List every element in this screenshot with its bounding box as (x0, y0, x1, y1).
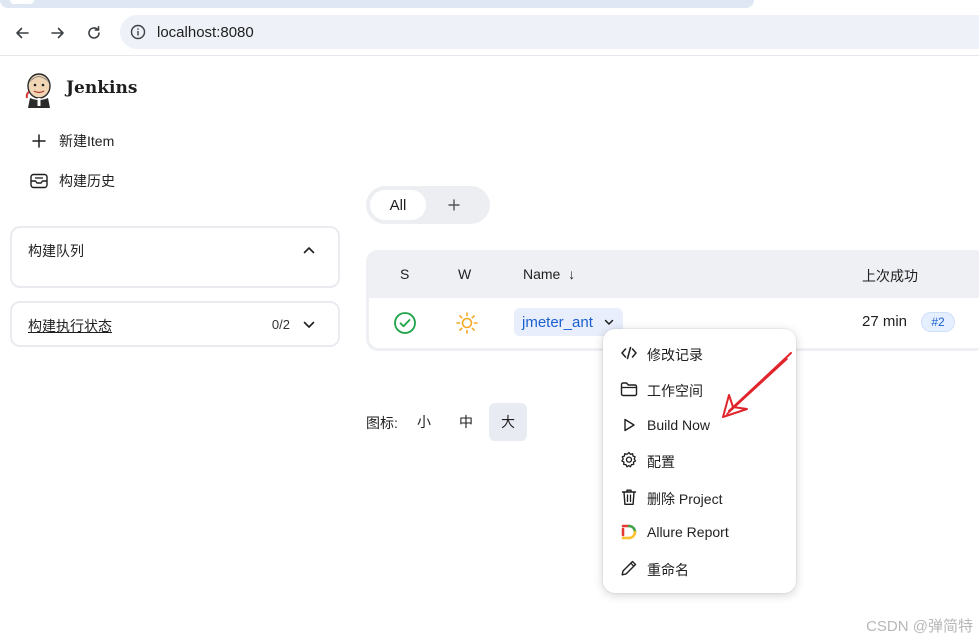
back-button[interactable] (10, 21, 34, 45)
reload-button[interactable] (82, 21, 106, 45)
add-view-button[interactable] (444, 195, 464, 215)
chevron-down-icon[interactable] (302, 318, 316, 332)
column-header-weather[interactable]: W (458, 266, 471, 282)
jenkins-logo[interactable] (24, 70, 54, 108)
jenkins-brand[interactable]: Jenkins (66, 78, 137, 98)
tab-corner (10, 0, 34, 4)
tab-all[interactable]: All (370, 190, 426, 220)
sidebar-item-build-history[interactable]: 构建历史 (30, 170, 115, 192)
chevron-down-icon[interactable] (603, 316, 615, 328)
active-browser-tab[interactable] (0, 0, 754, 8)
plus-icon (30, 132, 48, 150)
sunny-weather-icon (456, 312, 478, 334)
menu-item-label: 删除 Project (647, 491, 723, 507)
build-queue-pane: 构建队列 (10, 226, 340, 288)
icon-size-large[interactable]: 大 (489, 403, 527, 441)
info-icon[interactable] (130, 24, 146, 40)
sidebar-item-new-item[interactable]: 新建Item (30, 130, 114, 152)
inbox-icon (30, 172, 48, 190)
arrow-right-icon (51, 27, 64, 39)
icon-size-small[interactable]: 小 (405, 403, 443, 441)
menu-item-label: 修改记录 (647, 347, 703, 363)
browser-tab-strip (0, 0, 979, 10)
allure-icon (619, 522, 639, 542)
gear-icon (619, 450, 639, 470)
icon-size-label: 图标: (366, 415, 398, 431)
folder-icon (619, 379, 639, 399)
browser-toolbar: localhost:8080 (0, 10, 979, 56)
url-text[interactable]: localhost:8080 (157, 24, 254, 41)
column-header-status[interactable]: S (400, 266, 409, 282)
arrow-left-icon (16, 27, 29, 39)
menu-item-label: 配置 (647, 454, 675, 470)
chevron-up-icon[interactable] (302, 243, 316, 257)
sidebar-item-label: 新建Item (59, 133, 115, 149)
menu-item-delete-project[interactable]: 删除 Project (603, 479, 796, 515)
menu-item-label: Allure Report (647, 524, 729, 540)
menu-item-label: Build Now (647, 417, 711, 433)
icon-size-medium[interactable]: 中 (447, 403, 485, 441)
sidebar-item-label: 构建历史 (59, 173, 115, 189)
forward-button[interactable] (46, 21, 70, 45)
plus-icon (448, 199, 460, 211)
column-header-name[interactable]: Name ↓ (523, 266, 575, 282)
column-header-name-label: Name (523, 266, 561, 282)
menu-item-configure[interactable]: 配置 (603, 442, 796, 478)
watermark: CSDN @弹简特 (866, 618, 973, 635)
annotation-arrow (722, 352, 792, 418)
trash-icon (619, 487, 639, 507)
menu-item-label: 工作空间 (647, 383, 703, 399)
menu-item-label: 重命名 (647, 562, 689, 578)
executor-count: 0/2 (271, 317, 290, 332)
build-number-badge[interactable]: #2 (921, 312, 955, 332)
last-success-time: 27 min (862, 313, 908, 330)
column-header-last-success[interactable]: 上次成功 (862, 266, 918, 286)
code-icon (619, 343, 639, 363)
build-queue-title: 构建队列 (28, 243, 84, 259)
view-tabs: All (366, 186, 490, 224)
reload-icon (88, 26, 100, 39)
pencil-icon (619, 558, 639, 578)
job-name[interactable]: jmeter_ant (522, 314, 593, 331)
success-status-icon (394, 312, 416, 334)
play-icon (619, 415, 639, 435)
address-bar[interactable]: localhost:8080 (120, 15, 979, 49)
executor-status-pane: 构建执行状态 0/2 (10, 301, 340, 347)
executor-status-title[interactable]: 构建执行状态 (28, 316, 112, 336)
sort-arrow-icon: ↓ (568, 266, 576, 282)
menu-item-rename[interactable]: 重命名 (603, 550, 796, 586)
menu-item-allure-report[interactable]: Allure Report (603, 514, 796, 550)
